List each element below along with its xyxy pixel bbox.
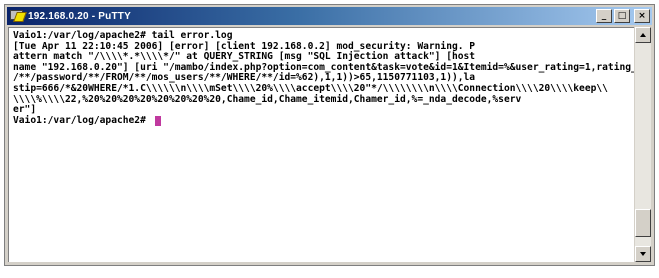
putty-window: 192.168.0.20 - PuTTY _ □ × Vaio1:/var/lo… <box>4 4 655 266</box>
arrow-down-icon <box>640 252 646 256</box>
arrow-up-icon <box>640 33 646 37</box>
terminal-area[interactable]: Vaio1:/var/log/apache2# tail error.log [… <box>8 27 634 262</box>
scrollbar-thumb[interactable] <box>635 209 651 237</box>
terminal-line: \\\\%\\\\22,%20%20%20%20%20%20%20%20,Cha… <box>13 93 522 105</box>
scroll-down-button[interactable] <box>635 246 651 262</box>
shell-prompt: Vaio1:/var/log/apache2# <box>13 114 152 126</box>
title-bar[interactable]: 192.168.0.20 - PuTTY _ □ × <box>7 7 652 25</box>
prompt-line: Vaio1:/var/log/apache2# <box>13 114 630 127</box>
minimize-button[interactable]: _ <box>596 9 612 23</box>
terminal-line: Vaio1:/var/log/apache2# tail error.log <box>13 30 233 41</box>
text-cursor <box>154 116 161 127</box>
close-button[interactable]: × <box>634 9 650 23</box>
vertical-scrollbar[interactable] <box>635 27 651 262</box>
window-controls: _ □ × <box>596 9 650 23</box>
putty-app-icon[interactable] <box>10 10 27 22</box>
scroll-up-button[interactable] <box>635 27 651 43</box>
maximize-button[interactable]: □ <box>614 9 630 23</box>
window-title: 192.168.0.20 - PuTTY <box>28 10 131 22</box>
terminal-line: stip=666/*&20WHERE/*1.C\\\\\\n\\\\mSet\\… <box>13 82 608 94</box>
